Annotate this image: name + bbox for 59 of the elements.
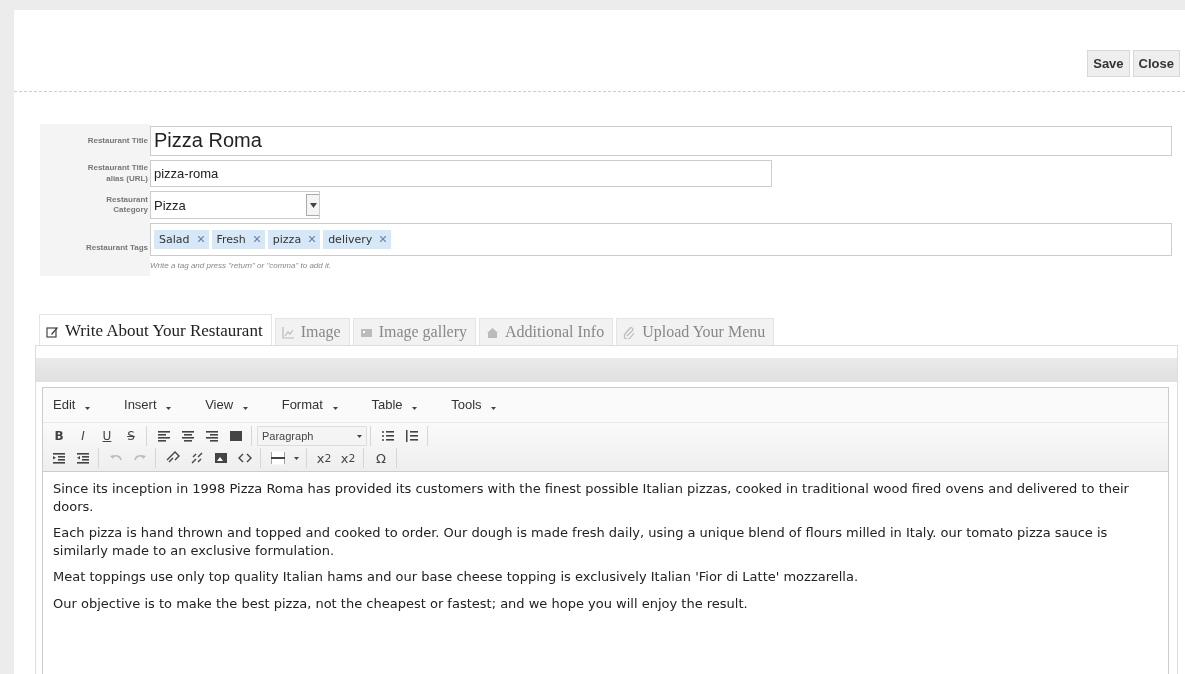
menu-item[interactable]: Format bbox=[281, 397, 338, 414]
tab[interactable]: Write About Your Restaurant bbox=[39, 314, 272, 345]
toolbar-button[interactable]: Ω bbox=[369, 448, 393, 469]
save-button[interactable]: Save bbox=[1087, 50, 1130, 77]
house-icon bbox=[486, 325, 500, 339]
toolbar-button[interactable]: I bbox=[71, 426, 95, 447]
menu-item[interactable]: Tools bbox=[451, 397, 497, 414]
caret-icon bbox=[242, 407, 248, 411]
align-center-icon bbox=[181, 429, 195, 444]
remove-icon bbox=[253, 236, 260, 242]
remove-icon bbox=[309, 236, 316, 242]
tag-chip[interactable]: pizza bbox=[267, 230, 321, 249]
menu-item[interactable]: Table bbox=[371, 397, 418, 414]
caret-icon bbox=[294, 456, 299, 460]
align-right-icon bbox=[205, 429, 219, 444]
remove-icon bbox=[380, 236, 387, 242]
menu-item[interactable]: Edit bbox=[53, 397, 90, 414]
caret-icon bbox=[85, 407, 90, 411]
tag-chip[interactable]: Salad bbox=[154, 230, 209, 249]
field-label: Restaurant Title alias (URL) bbox=[86, 163, 148, 184]
bullet-list-icon bbox=[381, 429, 395, 444]
paragraph: Our objective is to make the best pizza, not the cheapest or fastest; and we hope you will enjoy the result. bbox=[53, 594, 749, 613]
toolbar-button[interactable]: U bbox=[95, 426, 119, 447]
tag-chip[interactable]: Fresh bbox=[211, 230, 265, 249]
paragraph: Meat toppings use only top quality Italian hams and our base cheese topping is exclusively Italian 'Fior di Latte' mozzarella. bbox=[53, 568, 860, 586]
format-select[interactable]: Paragraph bbox=[257, 426, 367, 447]
justify-icon bbox=[229, 429, 243, 444]
alias-field[interactable]: pizza-roma bbox=[150, 160, 772, 187]
category-select[interactable]: Pizza bbox=[150, 191, 320, 219]
hint-text: Write a tag and press "return" or "comma" to add it. bbox=[150, 261, 333, 270]
title-field[interactable]: Pizza Roma bbox=[150, 126, 1172, 156]
caret-icon bbox=[332, 407, 338, 411]
tag-chip[interactable]: delivery bbox=[323, 230, 392, 249]
indent-icon bbox=[76, 451, 90, 466]
remove-icon bbox=[197, 236, 204, 242]
close-button[interactable]: Close bbox=[1132, 50, 1180, 77]
field-label: Restaurant Category bbox=[105, 194, 148, 216]
outdent-icon bbox=[52, 451, 66, 466]
numbered-list-icon bbox=[405, 429, 419, 444]
align-left-icon bbox=[157, 429, 171, 444]
unlink-icon bbox=[190, 451, 204, 466]
toolbar-button[interactable]: B bbox=[47, 426, 71, 447]
chart-icon bbox=[281, 325, 295, 339]
field-label: Restaurant Title bbox=[87, 135, 148, 147]
menu-item[interactable]: Insert bbox=[124, 397, 172, 414]
toolbar-button[interactable]: S bbox=[119, 426, 143, 447]
caret-icon bbox=[309, 202, 317, 208]
pencil-icon bbox=[46, 324, 59, 338]
paragraph: Since its inception in 1998 Pizza Roma has provided its customers with the finest possible Italian pizzas, cooked in traditional wood fired ovens and delivered to their doors. bbox=[53, 480, 1130, 516]
caret-icon bbox=[491, 407, 497, 411]
caret-icon bbox=[412, 407, 418, 411]
tags-field[interactable]: Salad Fresh pizza delivery bbox=[150, 223, 1172, 256]
paperclip-icon bbox=[623, 325, 637, 339]
caret-icon bbox=[357, 434, 362, 438]
image-icon bbox=[214, 451, 228, 466]
menu-item[interactable]: View bbox=[205, 397, 248, 414]
field-label: Restaurant Tags bbox=[85, 243, 148, 254]
caret-icon bbox=[166, 407, 172, 411]
paragraph: Each pizza is hand thrown and topped and cooked to order. Our dough is made fresh daily, using a unique blend of flours milled in Italy. our tomato pizza sauce is similarly made to an exclusive formulation. bbox=[53, 524, 1109, 560]
